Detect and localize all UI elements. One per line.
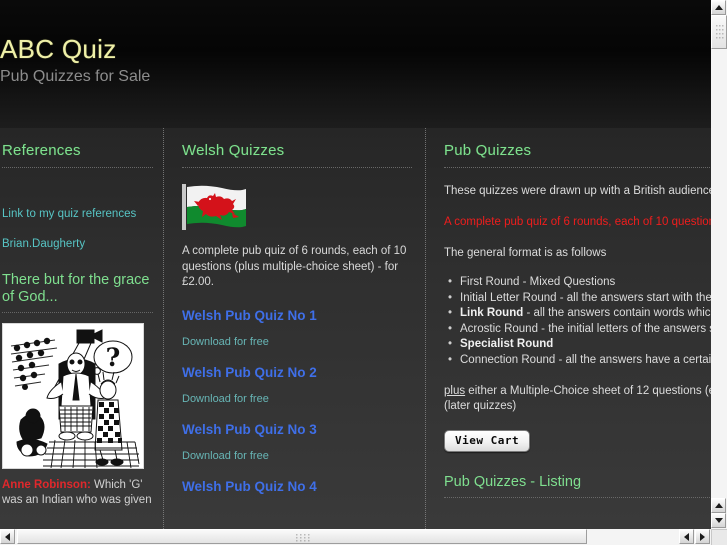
page-canvas: ABC Quiz Pub Quizzes for Sale References…: [0, 0, 711, 529]
vertical-scroll-thumb[interactable]: [711, 15, 727, 49]
rounds-list: First Round - Mixed Questions Initial Le…: [444, 275, 711, 368]
scroll-up-button[interactable]: [711, 0, 726, 15]
pub-quizzes-column: Pub Quizzes These quizzes were drawn up …: [436, 128, 711, 529]
link-brian-daugherty[interactable]: Brian.Daugherty: [2, 238, 153, 250]
round-text: Acrostic Round - the initial letters of …: [460, 322, 711, 335]
welsh-flag-image: [182, 184, 248, 230]
column-divider-left: [163, 128, 164, 529]
site-banner: ABC Quiz Pub Quizzes for Sale: [0, 0, 711, 128]
pub-quizzes-listing-heading: Pub Quizzes - Listing: [444, 474, 582, 490]
later-quizzes-note: (later quizzes): [444, 400, 517, 412]
scroll-up-button-bottom[interactable]: [711, 498, 726, 513]
chevron-left-icon: [5, 532, 10, 541]
price-paragraph: A complete pub quiz of 6 rounds, each of…: [444, 216, 711, 228]
scroll-right-button[interactable]: [695, 529, 710, 544]
site-tagline: Pub Quizzes for Sale: [0, 68, 151, 85]
welsh-pub-quiz-3-link[interactable]: Welsh Pub Quiz No 3: [182, 422, 412, 437]
pub-quizzes-heading: Pub Quizzes: [444, 142, 532, 159]
round-text: - all the answers contain words which ar…: [526, 307, 711, 319]
chevron-left-icon: [684, 532, 689, 541]
round-text: Connection Round - all the answers have …: [460, 353, 711, 366]
heading-rule: [182, 167, 412, 168]
welsh-pub-quiz-2-link[interactable]: Welsh Pub Quiz No 2: [182, 365, 412, 380]
round-text: First Round - Mixed Questions: [460, 276, 616, 288]
welsh-pub-quiz-4-link[interactable]: Welsh Pub Quiz No 4: [182, 479, 412, 494]
horizontal-scroll-thumb[interactable]: [17, 529, 587, 544]
grace-of-god-rule: [2, 312, 153, 313]
welsh-pub-quiz-2-download[interactable]: Download for free: [182, 393, 412, 405]
round-item: Connection Round - all the answers have …: [448, 353, 711, 369]
quiz-show-cartoon-image: ?: [2, 323, 144, 469]
grace-of-god-heading: There but for the grace of God...: [2, 272, 150, 305]
welsh-quizzes-heading: Welsh Quizzes: [182, 142, 285, 159]
grip-dots-icon: [716, 25, 724, 39]
round-item: Acrostic Round - the initial letters of …: [448, 322, 711, 338]
link-quiz-references[interactable]: Link to my quiz references: [2, 208, 153, 220]
site-title: ABC Quiz: [0, 34, 117, 64]
round-name: Link Round: [460, 307, 524, 319]
welsh-quizzes-column: Welsh Quizzes A complete pub quiz of 6 r…: [174, 128, 424, 529]
chevron-up-icon: [714, 503, 723, 508]
format-paragraph: The general format is as follows: [444, 247, 607, 259]
multiple-choice-note: plus either a Multiple-Choice sheet of 1…: [444, 384, 711, 399]
round-item: Link Round - all the answers contain wor…: [448, 306, 711, 322]
horizontal-scrollbar[interactable]: [0, 529, 711, 545]
round-item: Specialist Round: [448, 337, 711, 353]
browser-content-viewport: ABC Quiz Pub Quizzes for Sale References…: [0, 0, 711, 529]
round-item: Initial Letter Round - all the answers s…: [448, 291, 711, 307]
scroll-down-button[interactable]: [711, 513, 726, 528]
welsh-pub-quiz-1-link[interactable]: Welsh Pub Quiz No 1: [182, 308, 412, 323]
heading-rule: [444, 167, 711, 168]
chevron-up-icon: [714, 5, 723, 10]
welsh-pub-quiz-1-download[interactable]: Download for free: [182, 336, 412, 348]
welsh-pub-quiz-3-download[interactable]: Download for free: [182, 450, 412, 462]
vertical-scrollbar[interactable]: [711, 0, 727, 529]
svg-text:?: ?: [106, 343, 121, 372]
heading-rule: [2, 167, 153, 168]
intro-paragraph: These quizzes were drawn up with a Briti…: [444, 185, 711, 197]
plus-note-text: either a Multiple-Choice sheet of 12 que…: [465, 385, 711, 397]
scroll-left-button[interactable]: [0, 529, 15, 544]
references-heading: References: [2, 142, 81, 159]
view-cart-button[interactable]: View Cart: [444, 430, 531, 452]
scrollbar-corner: [711, 529, 727, 545]
listing-rule: [444, 497, 711, 498]
references-column: References Link to my quiz references Br…: [0, 128, 163, 529]
scroll-left-button-right[interactable]: [679, 529, 694, 544]
plus-underline: plus: [444, 385, 466, 397]
round-text: Initial Letter Round - all the answers s…: [460, 291, 711, 304]
content-body: References Link to my quiz references Br…: [0, 128, 711, 529]
chevron-right-icon: [700, 532, 705, 541]
chevron-down-icon: [714, 518, 723, 523]
round-name: Specialist Round: [460, 338, 554, 350]
sample-question: Anne Robinson: Which 'G' was an Indian w…: [2, 478, 153, 508]
round-item: First Round - Mixed Questions: [448, 275, 711, 291]
question-asker: Anne Robinson:: [2, 479, 91, 491]
grip-dots-icon: [296, 534, 310, 542]
column-divider-right: [425, 128, 426, 529]
welsh-quiz-description: A complete pub quiz of 6 rounds, each of…: [182, 245, 407, 288]
